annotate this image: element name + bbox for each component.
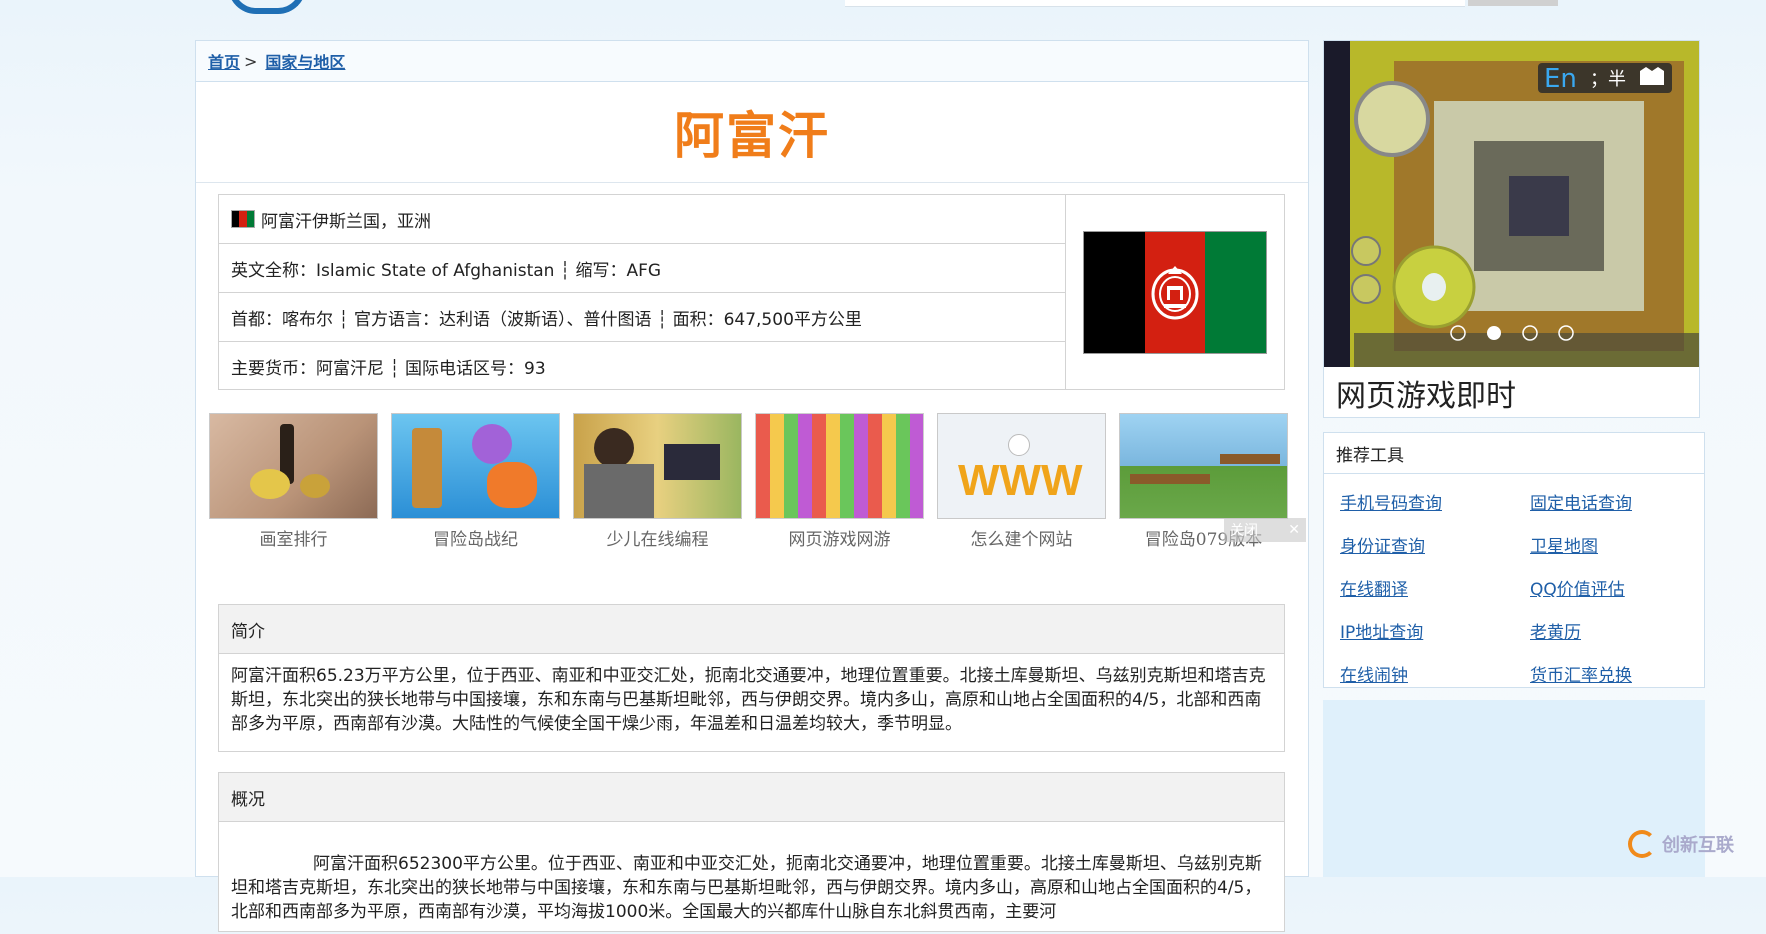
tool-link-translate[interactable]: 在线翻译 <box>1340 566 1530 609</box>
tool-link-qq-value[interactable]: QQ价值评估 <box>1530 566 1720 609</box>
game-screenshot[interactable]: En ；半 <box>1324 41 1699 367</box>
ad-thumbnail-strip: 画室排行 冒险岛战纪 少儿在线编程 网页游戏网游 WWW 怎么建个网站 冒险岛0… <box>209 413 1309 553</box>
ad-image-child-coding[interactable] <box>573 413 742 519</box>
ad-close-label[interactable]: 关闭 <box>1230 520 1258 540</box>
intro-heading: 简介 <box>219 605 1284 654</box>
ad-close-bar[interactable]: 关闭 ✕ <box>1224 518 1306 542</box>
national-flag-image <box>1083 230 1267 354</box>
info-row-name: 阿富汗伊斯兰国，亚洲 <box>219 195 1065 244</box>
tool-link-id-lookup[interactable]: 身份证查询 <box>1340 523 1530 566</box>
ad-item[interactable]: 冒险岛战纪 <box>391 413 560 550</box>
tool-link-ip-lookup[interactable]: IP地址查询 <box>1340 609 1530 652</box>
info-capital-language-area: 首都：喀布尔 ┆ 官方语言：达利语（波斯语）、普什图语 ┆ 面积：647,500… <box>231 309 862 330</box>
info-row-english: 英文全称：Islamic State of Afghanistan ┆ 缩写：A… <box>219 244 1065 293</box>
sidebar-ad-caption[interactable]: 网页游戏即时 <box>1336 371 1516 415</box>
main-content: 首页 > 国家与地区 阿富汗 阿富汗伊斯兰国，亚洲 英文全称：Islamic S… <box>195 40 1309 932</box>
country-info-table: 阿富汗伊斯兰国，亚洲 英文全称：Islamic State of Afghani… <box>218 194 1285 390</box>
flag-cell <box>1066 195 1284 389</box>
info-currency-code: 主要货币：阿富汗尼 ┆ 国际电话区号：93 <box>231 359 546 379</box>
tool-link-satellite-map[interactable]: 卫星地图 <box>1530 523 1720 566</box>
watermark-text: 创新互联 <box>1662 835 1734 856</box>
national-emblem-icon <box>1151 266 1199 320</box>
afghanistan-flag-icon <box>231 210 255 228</box>
ad-image-match-game[interactable] <box>755 413 924 519</box>
page-title: 阿富汗 <box>674 107 830 165</box>
tool-link-almanac[interactable]: 老黄历 <box>1530 609 1720 652</box>
close-icon[interactable]: ✕ <box>1288 522 1300 538</box>
breadcrumb-current-link[interactable]: 国家与地区 <box>265 49 345 73</box>
watermark-logo-icon <box>1628 830 1656 858</box>
sidebar-game-ad[interactable]: En ；半 网页游戏即时 <box>1323 40 1700 418</box>
ime-mode-label: ；半 <box>1590 69 1626 90</box>
overview-heading: 概况 <box>219 773 1284 822</box>
ad-item[interactable]: 画室排行 <box>209 413 378 550</box>
tool-link-alarm-clock[interactable]: 在线闹钟 <box>1340 652 1530 695</box>
overview-text: 阿富汗面积652300平方公里。位于西亚、南亚和中亚交汇处，扼南北交通要冲，地理… <box>231 854 1262 922</box>
search-input[interactable] <box>845 0 1465 7</box>
intro-panel: 简介 阿富汗面积65.23万平方公里，位于西亚、南亚和中亚交汇处，扼南北交通要冲… <box>218 604 1285 752</box>
ad-item[interactable]: 网页游戏网游 <box>755 413 924 550</box>
ad-item[interactable]: WWW 怎么建个网站 <box>937 413 1106 550</box>
ad-image-maplestory[interactable] <box>1119 413 1288 519</box>
ad-image-game-characters[interactable] <box>391 413 560 519</box>
recommended-tools-panel: 推荐工具 手机号码查询 固定电话查询 身份证查询 卫星地图 在线翻译 QQ价值评… <box>1323 432 1705 688</box>
breadcrumb-home-link[interactable]: 首页 <box>208 49 240 73</box>
info-row-currency: 主要货币：阿富汗尼 ┆ 国际电话区号：93 <box>219 342 1065 391</box>
search-button[interactable] <box>1468 0 1558 6</box>
info-english-name: 英文全称：Islamic State of Afghanistan ┆ 缩写：A… <box>231 260 662 281</box>
ad-image-www[interactable]: WWW <box>937 413 1106 519</box>
tool-link-currency-exchange[interactable]: 货币汇率兑换 <box>1530 652 1720 695</box>
breadcrumb-separator: > <box>244 51 258 71</box>
tool-link-phone-lookup[interactable]: 手机号码查询 <box>1340 480 1530 523</box>
ad-caption[interactable]: 怎么建个网站 <box>937 525 1106 550</box>
overview-panel: 概况 阿富汗面积652300平方公里。位于西亚、南亚和中亚交汇处，扼南北交通要冲… <box>218 772 1285 932</box>
ad-item[interactable]: 少儿在线编程 <box>573 413 742 550</box>
site-logo[interactable] <box>228 0 648 14</box>
ad-caption[interactable]: 少儿在线编程 <box>573 525 742 550</box>
ad-caption[interactable]: 冒险岛战纪 <box>391 525 560 550</box>
ime-language-label: En <box>1544 64 1577 94</box>
ad-caption[interactable]: 画室排行 <box>209 525 378 550</box>
breadcrumb: 首页 > 国家与地区 <box>196 41 1308 82</box>
tool-link-landline-lookup[interactable]: 固定电话查询 <box>1530 480 1720 523</box>
top-header-strip <box>0 0 1766 14</box>
game-scene-image: En ；半 <box>1324 41 1699 367</box>
tools-heading: 推荐工具 <box>1324 433 1704 474</box>
info-row-capital: 首都：喀布尔 ┆ 官方语言：达利语（波斯语）、普什图语 ┆ 面积：647,500… <box>219 293 1065 342</box>
ad-image-still-life[interactable] <box>209 413 378 519</box>
intro-text: 阿富汗面积65.23万平方公里，位于西亚、南亚和中亚交汇处，扼南北交通要冲，地理… <box>231 666 1266 734</box>
info-country-name: 阿富汗伊斯兰国，亚洲 <box>261 211 431 232</box>
title-area: 阿富汗 <box>196 82 1308 183</box>
ad-caption[interactable]: 网页游戏网游 <box>755 525 924 550</box>
watermark: 创新互联 <box>1628 830 1734 858</box>
